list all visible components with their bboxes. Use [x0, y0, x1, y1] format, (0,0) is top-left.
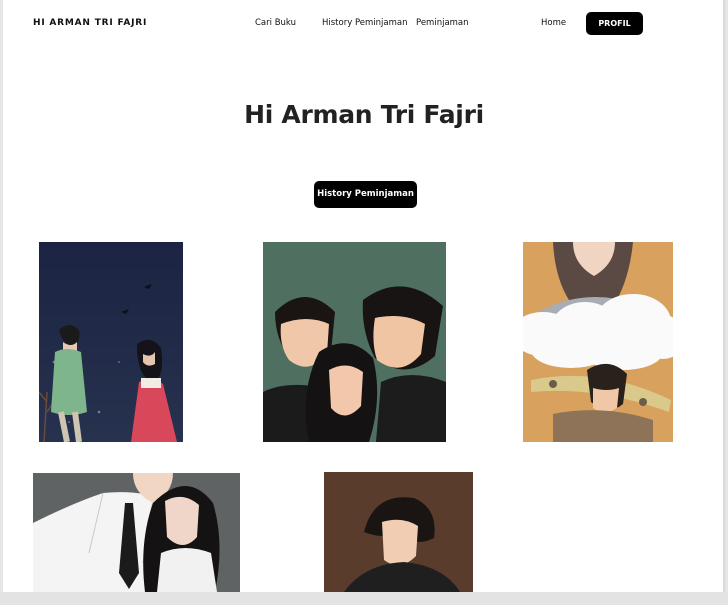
book-cover-4-image: [33, 473, 240, 592]
nav-link-cari-buku[interactable]: Cari Buku: [255, 18, 296, 28]
book-cover-5-image: [324, 472, 473, 592]
profil-button[interactable]: PROFIL: [586, 12, 643, 35]
page-title: Hi Arman Tri Fajri: [244, 100, 484, 129]
horizontal-scrollbar[interactable]: [0, 592, 728, 605]
book-card-4[interactable]: [33, 473, 240, 592]
nav-link-history[interactable]: History Peminjaman: [322, 18, 407, 28]
page-edge: [723, 0, 725, 592]
history-peminjaman-button[interactable]: History Peminjaman: [314, 181, 417, 208]
nav-link-home[interactable]: Home: [541, 18, 566, 28]
book-card-5[interactable]: [324, 472, 473, 592]
nav-link-peminjaman[interactable]: Peminjaman: [416, 18, 469, 28]
book-cover-1-image: [39, 242, 183, 442]
book-cover-2-image: [263, 242, 446, 442]
book-card-1[interactable]: [39, 242, 183, 442]
brand-logo-text[interactable]: HI ARMAN TRI FAJRI: [33, 18, 147, 28]
book-cover-3-image: [523, 242, 673, 442]
book-card-3[interactable]: [523, 242, 673, 442]
page-container: HI ARMAN TRI FAJRI Cari Buku History Pem…: [3, 0, 725, 592]
book-card-2[interactable]: [263, 242, 446, 442]
